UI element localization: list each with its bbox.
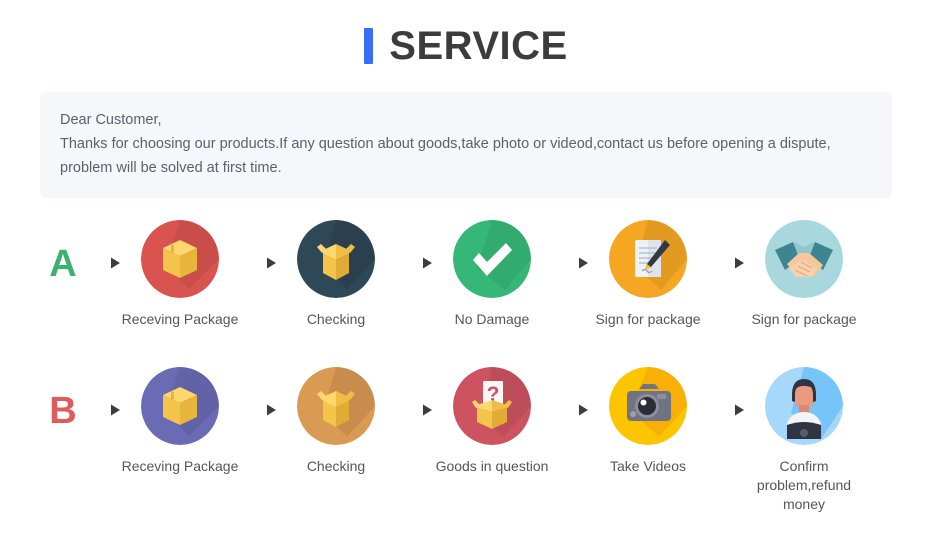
page-title-text: SERVICE (389, 24, 568, 68)
right-arrow-icon (236, 256, 280, 270)
open-box-icon (297, 220, 375, 298)
notice-line-1: Dear Customer, (60, 112, 162, 128)
flow-step[interactable]: Take Videos (592, 367, 704, 476)
right-arrow-icon (392, 403, 436, 417)
right-arrow-icon (80, 256, 124, 270)
flow-step[interactable]: Checking (280, 220, 392, 329)
flow-step[interactable]: Checking (280, 367, 392, 476)
person-avatar-icon (765, 367, 843, 445)
flow-step[interactable]: Confirm problem,refund money (748, 367, 860, 514)
right-arrow-icon (392, 256, 436, 270)
flow-step[interactable]: ? Goods in question (436, 367, 548, 476)
package-box-icon (141, 220, 219, 298)
flow-letter-b: B (49, 390, 77, 432)
flow-step[interactable]: Receving Package (122, 220, 238, 329)
customer-notice-box: Dear Customer, Thanks for choosing our p… (40, 92, 892, 198)
sign-document-icon (609, 220, 687, 298)
step-label: Goods in question (435, 458, 549, 474)
open-box-icon (297, 367, 375, 445)
step-label: Checking (306, 311, 366, 327)
handshake-icon (765, 220, 843, 298)
right-arrow-icon (704, 403, 748, 417)
title-accent-bar (364, 28, 374, 64)
step-label: Receving Package (121, 311, 239, 327)
package-box-icon (141, 367, 219, 445)
flow-step[interactable]: Sign for package (748, 220, 860, 329)
flow-row-a: A Receving Package Checking No Damage Si… (0, 220, 932, 329)
camera-icon (609, 367, 687, 445)
question-box-icon: ? (453, 367, 531, 445)
flow-letter-a: A (49, 243, 77, 285)
right-arrow-icon (80, 403, 124, 417)
flow-step[interactable]: Receving Package (122, 367, 238, 476)
step-label: Sign for package (595, 311, 701, 327)
right-arrow-icon (548, 403, 592, 417)
flow-row-b: B Receving Package Checking ? Goods in q… (0, 367, 932, 514)
right-arrow-icon (236, 403, 280, 417)
step-label: Sign for package (751, 311, 857, 327)
page-title: SERVICE (0, 0, 932, 92)
check-mark-icon (453, 220, 531, 298)
step-label: Checking (306, 458, 366, 474)
right-arrow-icon (704, 256, 748, 270)
step-label: Take Videos (609, 458, 686, 474)
step-label: Receving Package (121, 458, 239, 474)
flow-step[interactable]: Sign for package (592, 220, 704, 329)
step-label: No Damage (454, 311, 530, 327)
flow-step[interactable]: No Damage (436, 220, 548, 329)
notice-line-3: problem will be solved at first time. (60, 160, 282, 176)
right-arrow-icon (548, 256, 592, 270)
step-label: Confirm problem,refund money (756, 458, 852, 512)
notice-line-2: Thanks for choosing our products.If any … (60, 136, 831, 152)
